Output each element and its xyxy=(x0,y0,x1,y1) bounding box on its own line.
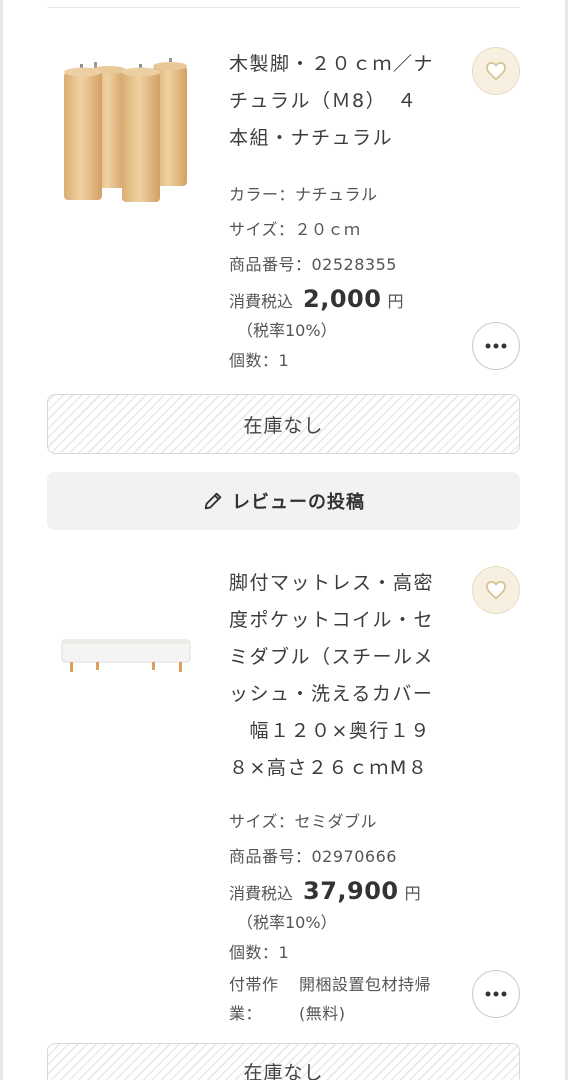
stock-status-label: 在庫なし xyxy=(243,414,324,437)
more-options-button[interactable] xyxy=(472,322,520,370)
pencil-icon xyxy=(202,490,224,512)
ellipsis-icon xyxy=(485,343,507,349)
price-value: 2,000 xyxy=(303,285,382,313)
price-label: 消費税込 xyxy=(229,884,294,903)
review-button-label: レビューの投稿 xyxy=(232,492,365,513)
product-number: 商品番号：02528355 xyxy=(229,255,397,274)
top-divider xyxy=(47,7,520,8)
price-row: 消費税込 37,900 円 xyxy=(229,874,444,911)
product-quantity: 個数：1 xyxy=(229,943,290,962)
tax-note: （税率10%） xyxy=(237,913,337,932)
product-image-wooden-legs[interactable] xyxy=(50,52,200,207)
favorite-button[interactable] xyxy=(472,47,520,95)
tax-note: （税率10%） xyxy=(237,321,337,340)
product-number: 商品番号：02970666 xyxy=(229,847,397,866)
product-color: カラー：ナチュラル xyxy=(229,185,378,204)
out-of-stock-button[interactable]: 在庫なし xyxy=(47,1043,520,1080)
product-size: サイズ：２０ｃｍ xyxy=(229,220,361,239)
currency: 円 xyxy=(387,292,404,311)
product-info: 脚付マットレス・高密 度ポケットコイル・セ ミダブル（スチールメ ッシュ・洗える… xyxy=(229,565,444,1028)
service-value: 開梱設置包材持帰 (無料) xyxy=(299,975,432,1023)
review-post-button[interactable]: レビューの投稿 xyxy=(47,472,520,530)
price-row: 消費税込 2,000 円 xyxy=(229,282,444,319)
product-size: サイズ：セミダブル xyxy=(229,812,378,831)
currency: 円 xyxy=(404,884,421,903)
favorite-button[interactable] xyxy=(472,566,520,614)
price-value: 37,900 xyxy=(303,877,399,905)
service-label: 付帯作 業： xyxy=(229,975,279,1023)
heart-icon xyxy=(485,580,507,600)
more-options-button[interactable] xyxy=(472,970,520,1018)
product-title[interactable]: 木製脚・２０ｃｍ／ナ チュラル（Ｍ8） ４ 本組・ナチュラル xyxy=(229,46,444,157)
service-row: 付帯作 業： 開梱設置包材持帰 (無料) xyxy=(229,970,444,1028)
product-image-mattress[interactable] xyxy=(50,630,200,680)
heart-icon xyxy=(485,61,507,81)
out-of-stock-button[interactable]: 在庫なし xyxy=(47,394,520,454)
ellipsis-icon xyxy=(485,991,507,997)
product-quantity: 個数：1 xyxy=(229,351,290,370)
product-info: 木製脚・２０ｃｍ／ナ チュラル（Ｍ8） ４ 本組・ナチュラル カラー：ナチュラル… xyxy=(229,46,444,378)
product-title[interactable]: 脚付マットレス・高密 度ポケットコイル・セ ミダブル（スチールメ ッシュ・洗える… xyxy=(229,565,444,787)
price-label: 消費税込 xyxy=(229,292,294,311)
stock-status-label: 在庫なし xyxy=(243,1062,324,1080)
